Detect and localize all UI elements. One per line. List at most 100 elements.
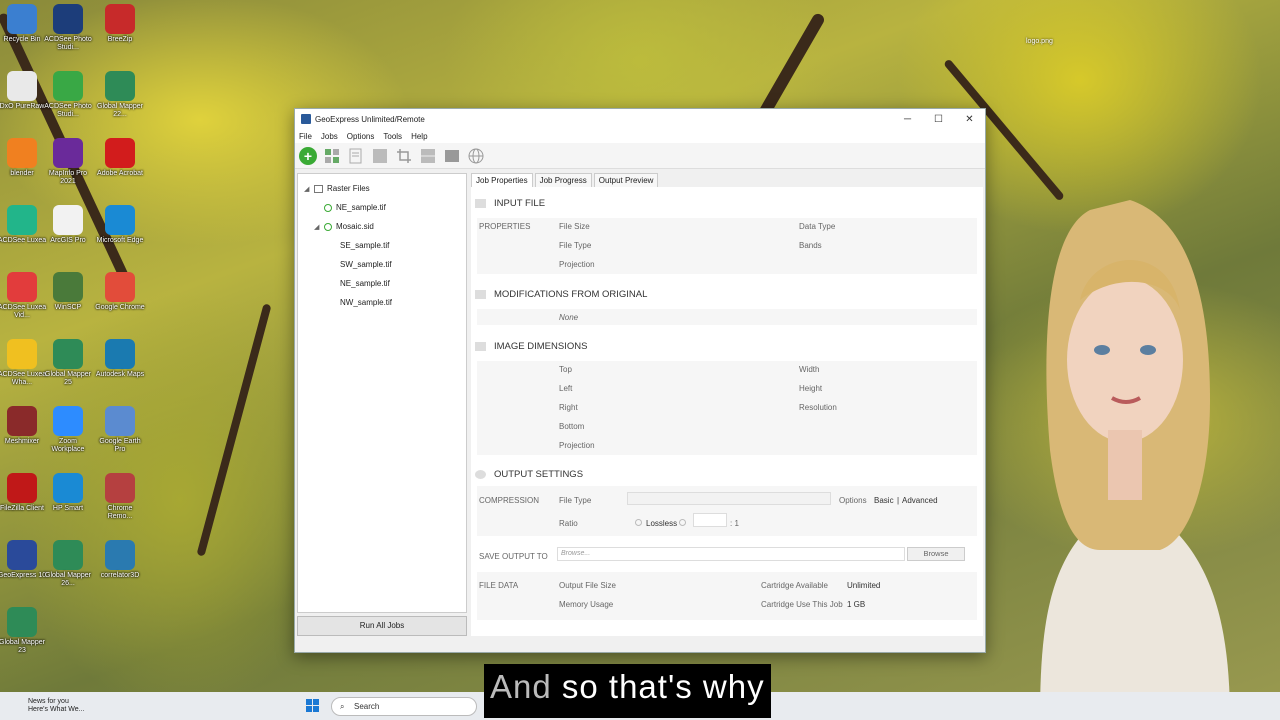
tree-item[interactable]: ◢ Mosaic.sid (304, 217, 466, 236)
desktop-icon-label: Meshmixer (4, 438, 40, 445)
gear-icon (475, 469, 486, 479)
tree-item[interactable]: NE_sample.tif (304, 198, 466, 217)
desktop-icon-label: Adobe Acrobat (97, 170, 143, 177)
right-label: Right (559, 403, 578, 412)
desktop-icon[interactable]: ACDSee Photo Studi... (43, 4, 93, 52)
desktop-icon[interactable]: Global Mapper 25 (43, 339, 93, 387)
document-icon[interactable] (347, 147, 365, 165)
ratio-suffix: : 1 (730, 519, 739, 528)
desktop-icon[interactable]: WinSCP (43, 272, 93, 312)
tree-root[interactable]: ◢ Raster Files (304, 179, 466, 198)
width-label: Width (799, 365, 820, 374)
desktop-icon[interactable]: Chrome Remo... (95, 473, 145, 521)
desktop-icon[interactable]: BreeZip (95, 4, 145, 44)
menu-help[interactable]: Help (411, 132, 427, 141)
dimensions-header: IMAGE DIMENSIONS (471, 340, 983, 352)
crop-icon[interactable] (395, 147, 413, 165)
start-button[interactable] (306, 699, 320, 713)
tab-job-properties[interactable]: Job Properties (471, 173, 533, 187)
tree-item[interactable]: SE_sample.tif (304, 236, 466, 255)
desktop-icon-label: Global Mapper 25 (45, 371, 91, 387)
output-path-input[interactable]: Browse... (557, 547, 905, 561)
desktop-icon-label: Google Earth Pro (99, 438, 141, 454)
desktop-icon[interactable]: Global Mapper 26... (43, 540, 93, 588)
caption-text: so that's why (551, 668, 765, 705)
app-icon (7, 272, 37, 302)
menu-tools[interactable]: Tools (383, 132, 402, 141)
menu-jobs[interactable]: Jobs (321, 132, 338, 141)
menu-options[interactable]: Options (347, 132, 375, 141)
ratio-radio[interactable] (679, 519, 686, 526)
desktop-icon[interactable]: Recycle Bin (0, 4, 47, 44)
desktop-icon-label: ArcGIS Pro (50, 237, 86, 244)
taskbar-search[interactable]: ⌕ Search (331, 697, 477, 716)
cartridge-use-value: 1 GB (847, 600, 866, 609)
collapse-icon[interactable]: ◢ (314, 223, 324, 231)
file-icon (475, 198, 486, 208)
desktop-icon[interactable]: ACDSee Photo Studi... (43, 71, 93, 119)
menu-file[interactable]: File (299, 132, 312, 141)
desktop-icon[interactable]: correlator3D (95, 540, 145, 580)
desktop-icon[interactable]: Google Chrome (95, 272, 145, 312)
title-bar[interactable]: GeoExpress Unlimited/Remote ─ ☐ ✕ (295, 109, 985, 129)
desktop-icon-label: GeoExpress 10 (0, 572, 47, 579)
desktop-icon[interactable]: MapInfo Pro 2021 (43, 138, 93, 186)
desktop-icon-label: Global Mapper 23 (0, 639, 45, 655)
desktop-icon[interactable]: Adobe Acrobat (95, 138, 145, 178)
file-type-label: File Type (559, 241, 592, 250)
tree-item[interactable]: NE_sample.tif (304, 274, 466, 293)
desktop-icon-label: FileZilla Client (0, 505, 44, 512)
tree-item[interactable]: SW_sample.tif (304, 255, 466, 274)
grid-icon[interactable] (371, 147, 389, 165)
desktop-icon[interactable]: Microsoft Edge (95, 205, 145, 245)
basic-link[interactable]: Basic (874, 496, 894, 505)
app-icon (301, 114, 311, 124)
lossless-radio[interactable] (635, 519, 642, 526)
file-type-select[interactable] (627, 492, 831, 505)
dimensions-panel: Top Left Right Bottom Projection Width H… (477, 361, 977, 455)
tab-job-progress[interactable]: Job Progress (534, 173, 592, 187)
desktop-icon[interactable]: Global Mapper 23 (0, 607, 47, 655)
news-widget[interactable]: News for you Here's What We... (28, 698, 84, 715)
folder-icon (314, 184, 323, 193)
close-button[interactable]: ✕ (954, 114, 985, 125)
desktop-file-label[interactable]: logo.png (1026, 38, 1053, 45)
desktop-icon-label: Autodesk Maps (95, 371, 145, 378)
tab-output-preview[interactable]: Output Preview (593, 173, 659, 187)
desktop-icon[interactable]: ACDSee Luxea (0, 205, 47, 245)
desktop-icon[interactable]: DxO PureRaw (0, 71, 47, 111)
desktop-icon[interactable]: Zoom Workplace (43, 406, 93, 454)
browse-button[interactable]: Browse (907, 547, 965, 561)
minimize-button[interactable]: ─ (892, 114, 923, 125)
desktop-icon[interactable]: ACDSee Luxea Vid... (0, 272, 47, 320)
desktop-icon[interactable]: GeoExpress 10 (0, 540, 47, 580)
ratio-input[interactable] (693, 513, 727, 527)
tiles-icon[interactable] (419, 147, 437, 165)
add-icon[interactable]: + (299, 146, 317, 165)
desktop-icon[interactable]: HP Smart (43, 473, 93, 513)
desktop-icon[interactable]: Global Mapper 22... (95, 71, 145, 119)
run-all-jobs-button[interactable]: Run All Jobs (297, 616, 467, 636)
maximize-button[interactable]: ☐ (923, 114, 954, 125)
app-icon (53, 4, 83, 34)
desktop-icon[interactable]: blender (0, 138, 47, 178)
image-icon[interactable] (443, 147, 461, 165)
desktop-icon[interactable]: FileZilla Client (0, 473, 47, 513)
globe-icon[interactable] (467, 147, 485, 165)
section-title: OUTPUT SETTINGS (494, 468, 584, 480)
desktop-icon[interactable]: Autodesk Maps (95, 339, 145, 379)
job-tree-panel: ◢ Raster Files NE_sample.tif ◢ Mosaic.si… (297, 173, 467, 613)
mosaic-icon[interactable] (323, 147, 341, 165)
app-icon (53, 540, 83, 570)
collapse-icon[interactable]: ◢ (304, 185, 314, 193)
tree-item[interactable]: NW_sample.tif (304, 293, 466, 312)
app-icon (53, 473, 83, 503)
file-data-label: FILE DATA (479, 581, 519, 590)
desktop-icon[interactable]: ACDSee Luxea Wha... (0, 339, 47, 387)
image-icon (475, 341, 486, 351)
desktop-icon[interactable]: Meshmixer (0, 406, 47, 446)
advanced-link[interactable]: Advanced (902, 496, 938, 505)
modifications-value: None (559, 313, 579, 322)
desktop-icon[interactable]: ArcGIS Pro (43, 205, 93, 245)
desktop-icon[interactable]: Google Earth Pro (95, 406, 145, 454)
